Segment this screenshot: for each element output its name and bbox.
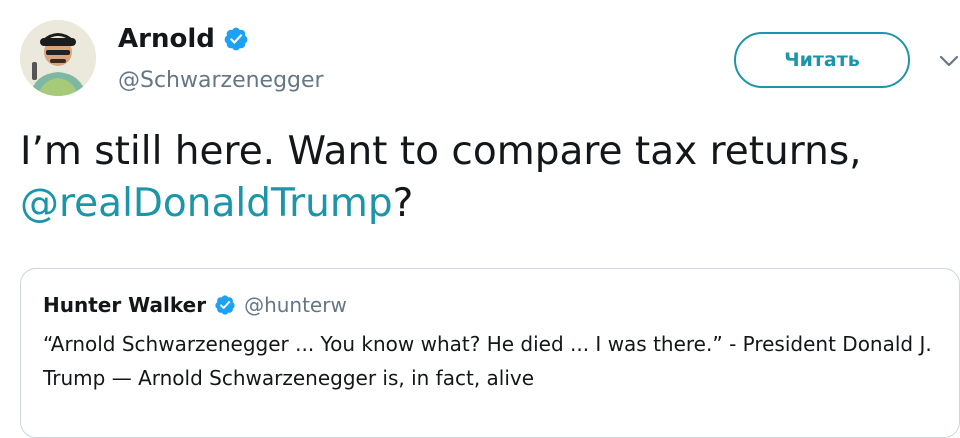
verified-badge-icon	[215, 295, 235, 315]
tweet-text-after: ?	[392, 181, 414, 226]
avatar[interactable]	[20, 20, 96, 96]
tweet-text: I’m still here. Want to compare tax retu…	[20, 126, 940, 230]
author-name[interactable]: Arnold	[118, 24, 215, 54]
author-name-row: Arnold	[118, 24, 249, 54]
quoted-tweet[interactable]: Hunter Walker @hunterw “Arnold Schwarzen…	[20, 268, 960, 438]
verified-badge-icon	[224, 27, 248, 51]
follow-button[interactable]: Читать	[734, 32, 910, 88]
tweet-text-before: I’m still here. Want to compare tax retu…	[20, 129, 862, 174]
mention-link[interactable]: @realDonaldTrump	[20, 181, 393, 226]
chevron-down-icon[interactable]	[938, 52, 960, 70]
quoted-tweet-header: Hunter Walker @hunterw	[43, 293, 347, 317]
author-handle[interactable]: @Schwarzenegger	[118, 68, 324, 93]
avatar-image	[20, 20, 96, 96]
quoted-author-name[interactable]: Hunter Walker	[43, 293, 206, 317]
quoted-author-handle[interactable]: @hunterw	[244, 293, 347, 317]
quoted-tweet-text: “Arnold Schwarzenegger ... You know what…	[43, 332, 932, 390]
